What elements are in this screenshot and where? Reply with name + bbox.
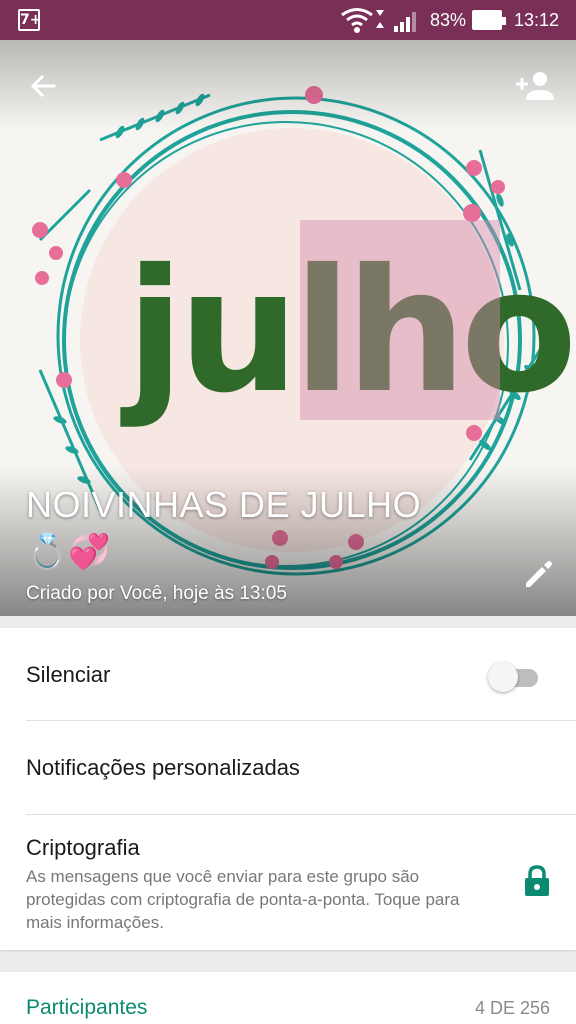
custom-notifications-row[interactable]: Notificações personalizadas (0, 721, 576, 813)
battery-icon (472, 10, 506, 30)
cell-signal-icon (394, 12, 416, 32)
pencil-icon[interactable] (518, 553, 558, 593)
mute-label: Silenciar (26, 662, 111, 687)
custom-notifications-label: Notificações personalizadas (26, 755, 300, 780)
participants-label: Participantes (26, 996, 148, 1019)
group-photo-header[interactable]: julho NOIVINHAS DE JULHO 💍💞 Criado por V… (0, 40, 576, 616)
encryption-label: Criptografia (26, 835, 140, 860)
group-settings-card: Silenciar Notificações personalizadas Cr… (0, 628, 576, 950)
group-emoji: 💍💞 (26, 532, 111, 572)
add-participant-icon[interactable] (512, 64, 560, 108)
group-created-info: Criado por Você, hoje às 13:05 (26, 583, 287, 604)
mute-row[interactable]: Silenciar (0, 628, 576, 720)
group-name: NOIVINHAS DE JULHO (26, 484, 422, 525)
battery-percent: 83% (430, 10, 467, 30)
app-notification-badge: 7+ (18, 9, 41, 31)
clock: 13:12 (514, 10, 560, 30)
back-arrow-icon[interactable] (22, 64, 66, 108)
lock-icon (525, 865, 549, 896)
wifi-icon (341, 8, 384, 33)
participants-count: 4 DE 256 (474, 998, 550, 1018)
participants-section: Participantes 4 DE 256 (0, 972, 576, 1024)
mute-toggle[interactable] (488, 660, 540, 692)
encryption-description: As mensagens que você enviar para este g… (26, 867, 460, 932)
status-bar: 7+ 83% 13:12 (0, 0, 576, 40)
